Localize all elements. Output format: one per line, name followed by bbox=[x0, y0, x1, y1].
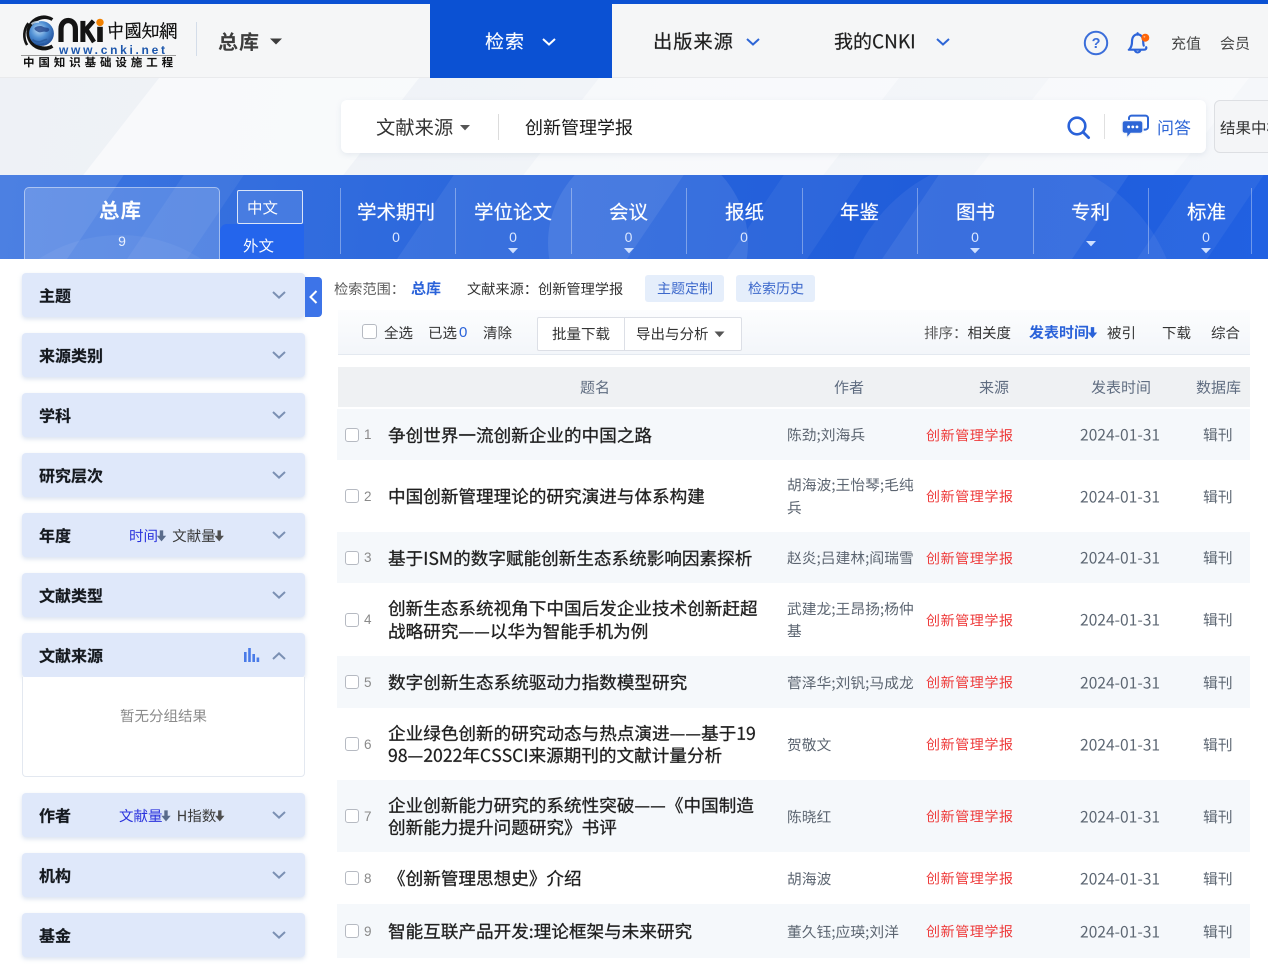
svg-text:?: ? bbox=[1092, 36, 1101, 52]
